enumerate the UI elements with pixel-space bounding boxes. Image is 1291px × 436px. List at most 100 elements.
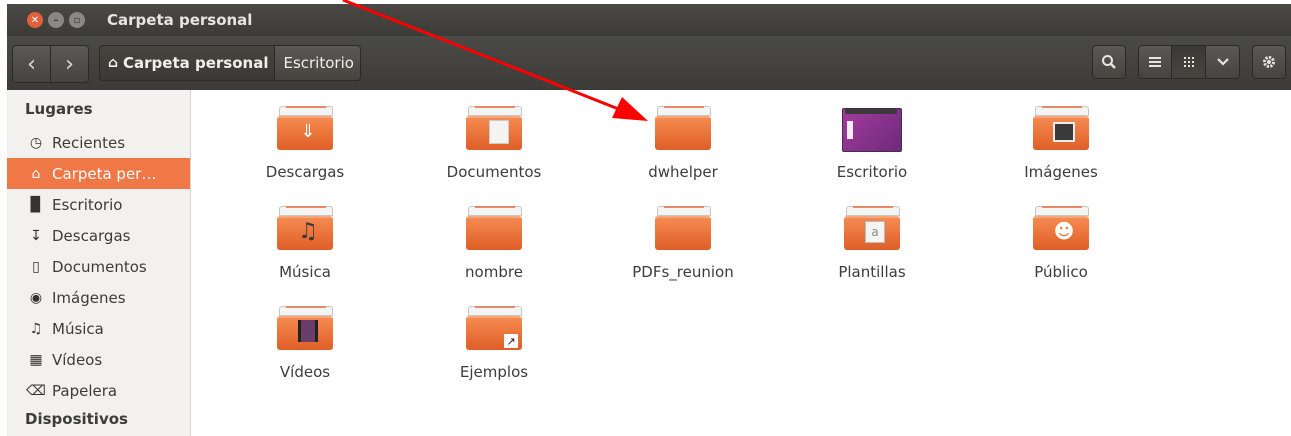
document-icon (489, 120, 509, 144)
file-item-musica[interactable]: ♫ Música (210, 200, 400, 290)
file-item-plantillas[interactable]: a Plantillas (777, 200, 967, 290)
sidebar-item-documentos[interactable]: ▯ Documentos (7, 251, 190, 282)
breadcrumb: ⌂ Carpeta personal Escritorio (99, 45, 361, 81)
file-label: dwhelper (648, 163, 718, 181)
forward-button[interactable]: › (51, 45, 89, 83)
file-item-dwhelper[interactable]: dwhelper (588, 100, 778, 190)
picture-icon (1053, 122, 1075, 142)
search-icon (1102, 55, 1116, 69)
sidebar-heading-places: Lugares (25, 100, 93, 118)
sidebar-item-carpeta-personal[interactable]: ⌂ Carpeta per… (7, 158, 190, 189)
close-window-button[interactable]: ✕ (27, 12, 43, 28)
minimize-window-button[interactable]: – (48, 12, 64, 28)
folder-icon (275, 300, 335, 350)
file-label: Escritorio (836, 163, 908, 181)
sidebar-item-escritorio[interactable]: ▉ Escritorio (7, 189, 190, 220)
file-item-publico[interactable]: ☻ Público (966, 200, 1156, 290)
view-options-button[interactable] (1206, 45, 1240, 79)
music-icon: ♫ (29, 320, 43, 337)
file-label: Descargas (265, 163, 345, 181)
sidebar-item-papelera[interactable]: ⌫ Papelera (7, 375, 190, 406)
folder-icon: ♫ (275, 200, 335, 250)
sidebar-heading-devices: Dispositivos (25, 410, 128, 428)
grid-view-button[interactable] (1172, 45, 1206, 79)
search-button[interactable] (1092, 45, 1126, 79)
sidebar: Lugares ◷ Recientes ⌂ Carpeta per… ▉ Escrit… (7, 90, 191, 436)
file-label: nombre (465, 263, 523, 281)
folder-icon (464, 100, 524, 150)
file-item-nombre[interactable]: nombre (399, 200, 589, 290)
toolbar: ‹ › ⌂ Carpeta personal Escritorio (7, 36, 1291, 90)
file-label: Documentos (446, 163, 542, 181)
file-label: Imágenes (1024, 163, 1098, 181)
back-icon: ‹ (27, 51, 36, 77)
film-icon (298, 320, 318, 342)
file-label: Público (1034, 263, 1088, 281)
navigation-buttons: ‹ › (12, 45, 89, 83)
file-item-imagenes[interactable]: Imágenes (966, 100, 1156, 190)
folder-icon (653, 100, 713, 150)
trash-icon: ⌫ (26, 382, 46, 399)
forward-icon: › (65, 51, 74, 77)
camera-icon: ◉ (29, 289, 43, 306)
settings-button[interactable] (1252, 45, 1286, 79)
list-view-button[interactable] (1138, 45, 1172, 79)
breadcrumb-escritorio-label: Escritorio (283, 54, 354, 72)
file-item-descargas[interactable]: ⇓ Descargas (210, 100, 400, 190)
template-icon: a (865, 221, 885, 243)
file-item-pdfs-reunion[interactable]: PDFs_reunion (588, 200, 778, 290)
download-icon: ↧ (30, 227, 42, 244)
file-label: Ejemplos (459, 363, 529, 381)
sidebar-item-recientes[interactable]: ◷ Recientes (7, 127, 190, 158)
person-icon: ☻ (1053, 219, 1075, 243)
sidebar-item-label: Escritorio (52, 195, 123, 214)
file-item-videos[interactable]: Vídeos (210, 300, 400, 390)
file-item-documentos[interactable]: Documentos (399, 100, 589, 190)
list-view-icon (1149, 57, 1161, 67)
file-item-ejemplos[interactable]: ↗ Ejemplos (399, 300, 589, 390)
folder-icon: ▉ (30, 196, 42, 213)
breadcrumb-home[interactable]: ⌂ Carpeta personal (99, 45, 276, 81)
music-icon: ♫ (298, 218, 318, 244)
folder-icon: ↗ (464, 300, 524, 350)
maximize-window-button[interactable]: ▫ (69, 12, 85, 28)
folder-icon: a (842, 200, 902, 250)
breadcrumb-escritorio[interactable]: Escritorio (275, 45, 361, 81)
folder-icon: ⇓ (275, 100, 335, 150)
sidebar-item-label: Papelera (52, 381, 118, 400)
sidebar-item-label: Música (52, 319, 104, 338)
title-bar: ✕ – ▫ Carpeta personal (7, 4, 1291, 36)
back-button[interactable]: ‹ (12, 45, 51, 83)
file-label: Música (279, 263, 331, 281)
gear-icon (1263, 56, 1275, 68)
sidebar-item-musica[interactable]: ♫ Música (7, 313, 190, 344)
desktop-icon (842, 108, 902, 152)
sidebar-item-label: Descargas (52, 226, 131, 245)
sidebar-item-descargas[interactable]: ↧ Descargas (7, 220, 190, 251)
sidebar-item-imagenes[interactable]: ◉ Imágenes (7, 282, 190, 313)
file-label: PDFs_reunion (632, 263, 734, 281)
home-icon: ⌂ (31, 165, 41, 182)
folder-icon (464, 200, 524, 250)
sidebar-item-label: Documentos (52, 257, 147, 276)
window-title: Carpeta personal (107, 11, 253, 29)
chevron-down-icon (1216, 58, 1229, 66)
folder-icon (1031, 100, 1091, 150)
folder-icon (653, 200, 713, 250)
document-icon: ▯ (32, 258, 40, 275)
film-icon: ▦ (29, 351, 43, 368)
folder-icon: ☻ (1031, 200, 1091, 250)
home-icon: ⌂ (108, 55, 119, 71)
link-arrow-icon: ↗ (504, 334, 518, 348)
clock-icon: ◷ (29, 134, 43, 151)
sidebar-item-label: Recientes (52, 133, 126, 152)
breadcrumb-home-label: Carpeta personal (123, 54, 269, 72)
file-label: Plantillas (838, 263, 906, 281)
file-item-escritorio[interactable]: Escritorio (777, 100, 967, 190)
toolbar-actions (1092, 45, 1286, 79)
sidebar-item-videos[interactable]: ▦ Vídeos (7, 344, 190, 375)
sidebar-item-label: Imágenes (52, 288, 126, 307)
file-label: Vídeos (279, 363, 331, 381)
download-icon: ⇓ (300, 120, 316, 142)
sidebar-item-label: Carpeta per… (52, 164, 157, 183)
